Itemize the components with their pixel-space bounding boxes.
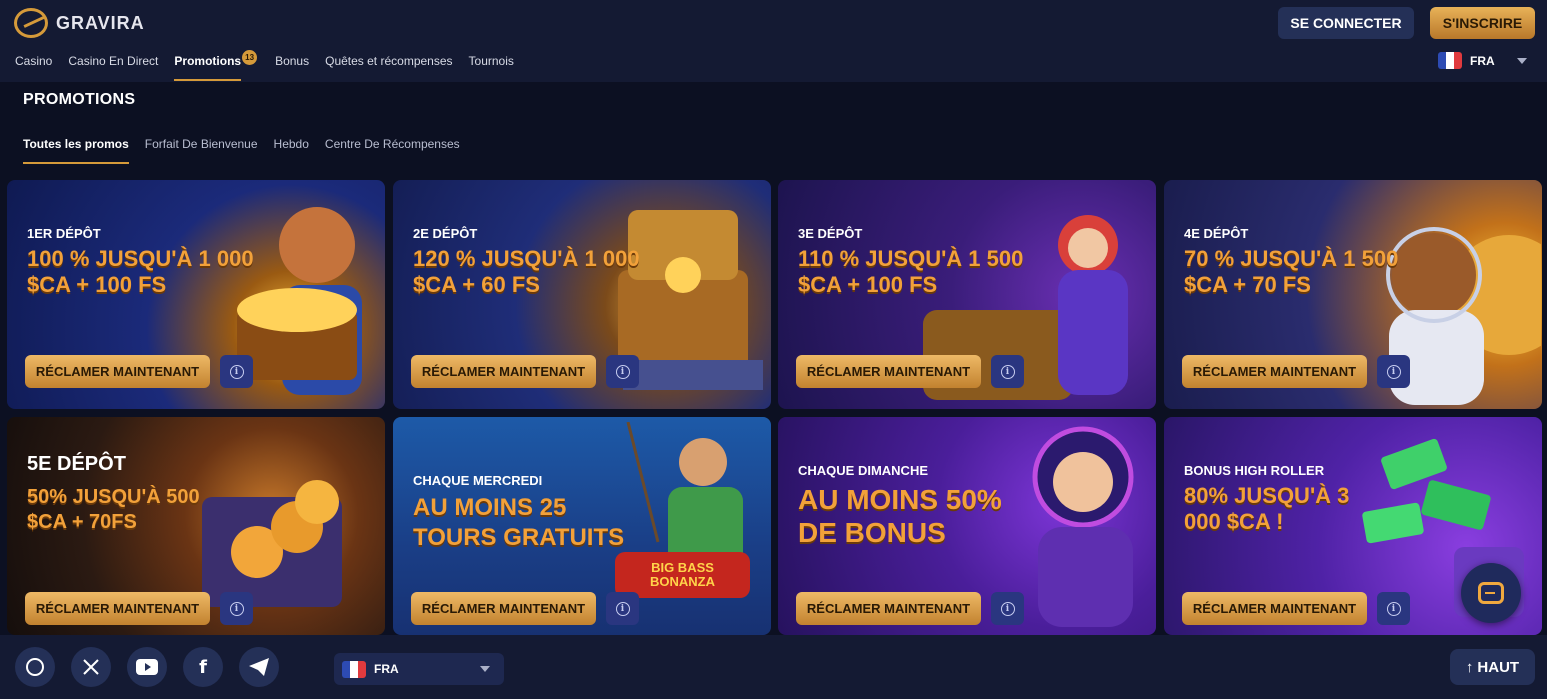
promo-card-label: 2E DÉPÔT [413,226,478,241]
language-selector[interactable]: FRA [1438,52,1527,69]
promotions-count-badge: 13 [242,50,258,65]
promo-card-headline: 120 % JUSQU'À 1 000 $CA + 60 FS [413,246,640,297]
info-button[interactable]: i [991,355,1024,388]
promo-card: 2E DÉPÔT 120 % JUSQU'À 1 000 $CA + 60 FS… [393,180,771,409]
page-title: PROMOTIONS [23,91,136,108]
promo-card-headline: 110 % JUSQU'À 1 500 $CA + 100 FS [798,246,1024,297]
promo-card: CHAQUE DIMANCHE AU MOINS 50% DE BONUS RÉ… [778,417,1156,635]
info-icon: i [229,364,244,379]
nav-item-quests[interactable]: Quêtes et récompenses [325,50,452,81]
info-button[interactable]: i [606,355,639,388]
brand-logo[interactable]: GRAVIRA [14,8,145,38]
claim-button[interactable]: RÉCLAMER MAINTENANT [411,592,596,625]
claim-button[interactable]: RÉCLAMER MAINTENANT [796,355,981,388]
login-button[interactable]: SE CONNECTER [1278,7,1414,39]
france-flag-icon [1438,52,1462,69]
site-header: GRAVIRA SE CONNECTER S'INSCRIRE Casino C… [0,0,1547,82]
claim-button[interactable]: RÉCLAMER MAINTENANT [1182,355,1367,388]
main-nav: Casino Casino En Direct Promotions 13 Bo… [15,50,530,81]
promo-tabs: Toutes les promos Forfait De Bienvenue H… [23,137,476,164]
promo-card-headline: 100 % JUSQU'À 1 000 $CA + 100 FS [27,246,254,297]
back-to-top-label: HAUT [1477,658,1520,676]
info-icon: i [615,601,630,616]
site-footer: f FRA ↑ HAUT [0,635,1547,699]
promo-card: CHAQUE MERCREDI AU MOINS 25 TOURS GRATUI… [393,417,771,635]
tab-rewards-center[interactable]: Centre De Récompenses [325,137,460,164]
back-to-top-button[interactable]: ↑ HAUT [1450,649,1535,685]
promo-card-label: 4E DÉPÔT [1184,226,1249,241]
promo-card: 4E DÉPÔT 70 % JUSQU'À 1 500 $CA + 70 FS … [1164,180,1542,409]
info-button[interactable]: i [606,592,639,625]
tab-weekly[interactable]: Hebdo [274,137,309,164]
nav-item-casino[interactable]: Casino [15,50,52,81]
chevron-down-icon [480,666,490,672]
promo-card: 5E DÉPÔT 50% JUSQU'À 500 $CA + 70FS RÉCL… [7,417,385,635]
nav-item-live-casino[interactable]: Casino En Direct [68,50,158,81]
tab-welcome-package[interactable]: Forfait De Bienvenue [145,137,258,164]
promo-card-label: 1ER DÉPÔT [27,226,101,241]
astronaut-woman-art [1032,426,1134,627]
claim-button[interactable]: RÉCLAMER MAINTENANT [1182,592,1367,625]
promo-card-headline: AU MOINS 50% DE BONUS [798,484,1002,548]
promo-card-headline: 80% JUSQU'À 3 000 $CA ! [1184,483,1350,534]
whatsapp-icon[interactable] [15,647,55,687]
brand-name: GRAVIRA [56,12,145,33]
promo-card: 3E DÉPÔT 110 % JUSQU'À 1 500 $CA + 100 F… [778,180,1156,409]
tab-all-promos[interactable]: Toutes les promos [23,137,129,164]
x-icon[interactable] [71,647,111,687]
promo-card-label: BONUS HIGH ROLLER [1184,463,1325,478]
big-bass-bonanza-logo: BIG BASS BONANZA [615,552,750,598]
language-code: FRA [1470,53,1495,68]
claim-button[interactable]: RÉCLAMER MAINTENANT [25,592,210,625]
nav-item-tournaments[interactable]: Tournois [469,50,514,81]
nav-item-promotions[interactable]: Promotions 13 [174,50,258,81]
arrow-up-icon: ↑ [1465,658,1474,676]
coin-briefcase-art [202,480,342,607]
info-icon: i [1000,364,1015,379]
info-icon: i [1386,601,1401,616]
live-chat-button[interactable] [1461,563,1521,623]
promo-card-headline: 70 % JUSQU'À 1 500 $CA + 70 FS [1184,246,1399,297]
nav-item-bonus[interactable]: Bonus [275,50,309,81]
register-button[interactable]: S'INSCRIRE [1430,7,1535,39]
info-icon: i [229,601,244,616]
info-button[interactable]: i [991,592,1024,625]
chat-icon [1478,582,1504,604]
promo-card-label: CHAQUE MERCREDI [413,473,543,488]
footer-language-selector[interactable]: FRA [334,653,504,685]
info-icon: i [1000,601,1015,616]
info-button[interactable]: i [1377,592,1410,625]
language-code: FRA [374,662,399,676]
promo-card-label: 3E DÉPÔT [798,226,863,241]
promo-card-headline: 50% JUSQU'À 500 $CA + 70FS [27,486,200,533]
info-button[interactable]: i [220,592,253,625]
info-icon: i [615,364,630,379]
chevron-down-icon [1516,57,1527,64]
info-button[interactable]: i [1377,355,1410,388]
info-icon: i [1386,364,1401,379]
claim-button[interactable]: RÉCLAMER MAINTENANT [411,355,596,388]
france-flag-icon [342,660,366,678]
telegram-icon[interactable] [239,647,279,687]
promo-card-label: 5E DÉPÔT [27,453,126,475]
claim-button[interactable]: RÉCLAMER MAINTENANT [25,355,210,388]
promo-card: 1ER DÉPÔT 100 % JUSQU'À 1 000 $CA + 100 … [7,180,385,409]
youtube-icon[interactable] [127,647,167,687]
facebook-icon[interactable]: f [183,647,223,687]
logo-icon [14,8,48,38]
promo-card-label: CHAQUE DIMANCHE [798,463,928,478]
promo-card-headline: AU MOINS 25 TOURS GRATUITS [413,494,625,551]
info-button[interactable]: i [220,355,253,388]
nav-item-label: Promotions [174,54,242,68]
claim-button[interactable]: RÉCLAMER MAINTENANT [796,592,981,625]
